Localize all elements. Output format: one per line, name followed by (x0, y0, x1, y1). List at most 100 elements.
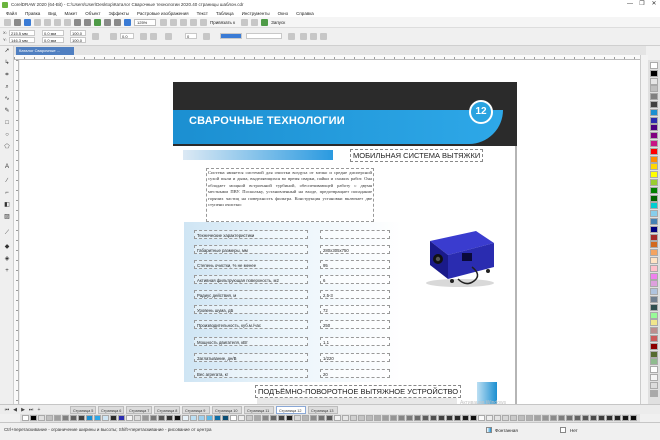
drop-shadow-icon[interactable]: ◧ (3, 202, 11, 209)
add-page-icon[interactable]: + (36, 407, 42, 413)
palette-swatch[interactable] (574, 415, 581, 421)
new-document-icon[interactable] (4, 18, 11, 26)
freehand-tool-icon[interactable]: ∿ (3, 96, 11, 103)
palette-swatch[interactable] (278, 415, 285, 421)
palette-swatch[interactable] (650, 179, 658, 186)
palette-swatch[interactable] (486, 415, 493, 421)
palette-swatch[interactable] (86, 415, 93, 421)
fill-swatch-icon[interactable] (486, 427, 492, 433)
width-field[interactable]: 0,0 мм (42, 30, 64, 36)
settings-icon[interactable] (241, 18, 249, 26)
vertical-ruler[interactable] (14, 60, 19, 404)
page-tab[interactable]: Страница 13 (308, 406, 338, 414)
palette-swatch[interactable] (310, 415, 317, 421)
palette-swatch[interactable] (650, 249, 658, 257)
spec-value[interactable]: 95 (320, 260, 390, 269)
palette-swatch[interactable] (650, 311, 658, 319)
x-position-field[interactable]: 215,5 мм (9, 30, 35, 36)
palette-swatch[interactable] (422, 415, 429, 421)
menu-effects[interactable]: Эффекты (109, 11, 129, 16)
spec-value[interactable]: 6 (320, 275, 390, 284)
palette-swatch[interactable] (78, 415, 85, 421)
menu-layout[interactable]: Макет (64, 11, 77, 16)
palette-swatch[interactable] (606, 415, 613, 421)
palette-swatch[interactable] (650, 366, 658, 374)
paste-icon[interactable] (64, 18, 71, 26)
palette-swatch[interactable] (598, 415, 605, 421)
palette-swatch[interactable] (650, 163, 658, 171)
maximize-button[interactable]: ❐ (636, 0, 648, 9)
palette-swatch[interactable] (342, 415, 349, 421)
connector-tool-icon[interactable]: ⌐ (3, 190, 11, 197)
page-tab[interactable]: Страница 7 (126, 406, 152, 414)
chamfer-corner-icon[interactable] (203, 33, 210, 40)
drawing-canvas[interactable]: СВАРОЧНЫЕ ТЕХНОЛОГИИ 12 МОБИЛЬНАЯ СИСТЕМ… (20, 60, 640, 404)
launch-menu[interactable]: Запуск (271, 20, 285, 25)
palette-swatch[interactable] (302, 415, 309, 421)
mirror-vertical-icon[interactable] (150, 33, 157, 40)
palette-swatch[interactable] (622, 415, 629, 421)
palette-swatch[interactable] (614, 415, 621, 421)
spec-value[interactable] (320, 230, 390, 239)
wrap-text-icon[interactable] (288, 33, 295, 40)
page-tab[interactable]: Страница 11 (244, 406, 274, 414)
palette-swatch[interactable] (454, 415, 461, 421)
palette-swatch[interactable] (294, 415, 301, 421)
palette-swatch[interactable] (650, 202, 658, 210)
rectangle-corner-icon[interactable] (165, 33, 172, 40)
palette-swatch[interactable] (182, 415, 189, 421)
spec-label[interactable]: Уровень шума, дБ (194, 305, 308, 314)
palette-swatch[interactable] (650, 124, 658, 132)
outline-swatch-icon[interactable] (560, 427, 566, 433)
launch-icon[interactable] (261, 18, 269, 26)
palette-swatch[interactable] (446, 415, 453, 421)
smart-fill-icon[interactable]: ◈ (3, 256, 11, 263)
spec-value[interactable]: 250 (320, 320, 390, 329)
palette-swatch[interactable] (650, 93, 658, 101)
palette-swatch[interactable] (406, 415, 413, 421)
palette-swatch[interactable] (550, 415, 557, 421)
palette-swatch[interactable] (650, 62, 658, 69)
palette-swatch[interactable] (286, 415, 293, 421)
palette-swatch[interactable] (650, 319, 658, 327)
palette-swatch[interactable] (470, 415, 477, 421)
palette-swatch[interactable] (390, 415, 397, 421)
save-icon[interactable] (24, 18, 31, 26)
palette-swatch[interactable] (650, 225, 658, 233)
undo-icon[interactable] (74, 18, 81, 26)
eyedropper-tool-icon[interactable]: ⟋ (3, 230, 11, 237)
palette-swatch[interactable] (134, 415, 141, 421)
palette-swatch[interactable] (206, 415, 213, 421)
palette-swatch[interactable] (650, 194, 658, 202)
palette-swatch[interactable] (350, 415, 357, 421)
palette-swatch[interactable] (650, 171, 658, 179)
palette-swatch[interactable] (650, 233, 658, 241)
docker-strip[interactable] (640, 55, 648, 404)
palette-swatch[interactable] (582, 415, 589, 421)
fume-extractor-product-image[interactable] (418, 227, 498, 289)
artistic-media-icon[interactable]: ✎ (3, 108, 11, 115)
palette-swatch[interactable] (650, 358, 658, 366)
palette-swatch[interactable] (650, 85, 658, 93)
document-tab[interactable]: Каталог Сварочные ... (16, 47, 74, 55)
palette-swatch[interactable] (650, 335, 658, 342)
palette-swatch[interactable] (262, 415, 269, 421)
palette-swatch[interactable] (650, 101, 658, 108)
menu-edit[interactable]: Правка (25, 11, 40, 16)
menu-text[interactable]: Текст (197, 11, 208, 16)
page-tab[interactable]: Страница 9 (182, 406, 210, 414)
palette-swatch[interactable] (222, 415, 229, 421)
nodes-field[interactable]: 0 (185, 33, 197, 39)
palette-swatch[interactable] (650, 374, 658, 381)
alignment-icon[interactable] (251, 18, 259, 26)
palette-swatch[interactable] (230, 415, 237, 421)
section-title[interactable]: МОБИЛЬНАЯ СИСТЕМА ВЫТЯЖКИ (350, 149, 484, 162)
palette-swatch[interactable] (326, 415, 333, 421)
palette-swatch[interactable] (650, 147, 658, 155)
spec-label[interactable]: Производительность, куб.м./час (194, 320, 308, 329)
page-tab[interactable]: Страница 8 (154, 406, 180, 414)
export-icon[interactable] (114, 18, 121, 26)
palette-swatch[interactable] (438, 415, 445, 421)
palette-swatch[interactable] (650, 288, 658, 296)
text-tool-icon[interactable]: A (3, 164, 11, 171)
